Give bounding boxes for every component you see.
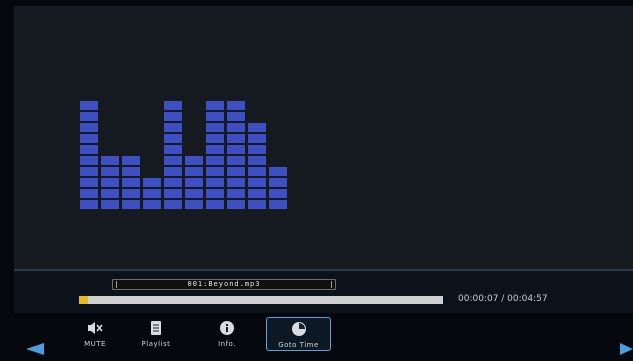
speaker-mute-icon — [88, 322, 103, 334]
info-bar — [14, 271, 633, 313]
equalizer-block — [122, 167, 140, 176]
filename-box: 001:Beyond.mp3 — [112, 279, 336, 290]
equalizer-block — [227, 101, 245, 110]
equalizer-block — [206, 112, 224, 121]
playlist-document-icon — [151, 321, 161, 335]
equalizer-block — [164, 112, 182, 121]
equalizer-block — [206, 134, 224, 143]
equalizer-block — [101, 156, 119, 165]
equalizer-block — [185, 178, 203, 187]
equalizer-block — [122, 178, 140, 187]
now-playing-filename: 001:Beyond.mp3 — [187, 280, 261, 288]
equalizer-block — [80, 167, 98, 176]
equalizer-block — [101, 200, 119, 209]
equalizer-block — [269, 189, 287, 198]
equalizer-block — [227, 134, 245, 143]
info-label: Info. — [218, 340, 236, 348]
equalizer-block — [80, 189, 98, 198]
equalizer-block — [227, 167, 245, 176]
equalizer-block — [185, 156, 203, 165]
equalizer-block — [80, 101, 98, 110]
equalizer-block — [80, 134, 98, 143]
playlist-button[interactable]: Playlist — [127, 317, 185, 351]
equalizer-block — [101, 167, 119, 176]
equalizer-block — [206, 101, 224, 110]
equalizer-block — [122, 189, 140, 198]
equalizer-block — [80, 145, 98, 154]
equalizer-block — [227, 178, 245, 187]
equalizer-block — [80, 123, 98, 132]
equalizer-block — [206, 145, 224, 154]
equalizer-block — [206, 189, 224, 198]
goto-time-button[interactable]: Goto Time — [266, 317, 331, 351]
visualizer-screen — [14, 6, 633, 269]
equalizer-block — [185, 200, 203, 209]
next-page-arrow-icon[interactable] — [620, 343, 633, 355]
equalizer-block — [269, 167, 287, 176]
equalizer-block — [269, 200, 287, 209]
equalizer-block — [227, 112, 245, 121]
equalizer-block — [206, 200, 224, 209]
prev-page-arrow-icon[interactable] — [26, 343, 44, 355]
equalizer-block — [80, 178, 98, 187]
equalizer-block — [248, 167, 266, 176]
mute-button[interactable]: MUTE — [66, 317, 124, 351]
equalizer-block — [122, 156, 140, 165]
equalizer-block — [143, 178, 161, 187]
equalizer-block — [206, 156, 224, 165]
equalizer-block — [269, 178, 287, 187]
info-icon — [220, 321, 234, 335]
mute-label: MUTE — [84, 340, 106, 348]
equalizer-block — [164, 156, 182, 165]
equalizer-block — [164, 167, 182, 176]
playlist-label: Playlist — [141, 340, 171, 348]
equalizer-visualizer — [80, 101, 287, 209]
equalizer-block — [101, 178, 119, 187]
equalizer-block — [248, 200, 266, 209]
equalizer-block — [248, 134, 266, 143]
equalizer-block — [80, 200, 98, 209]
equalizer-block — [227, 156, 245, 165]
equalizer-block — [143, 200, 161, 209]
equalizer-block — [227, 189, 245, 198]
equalizer-block — [206, 123, 224, 132]
equalizer-block — [164, 101, 182, 110]
equalizer-block — [248, 178, 266, 187]
equalizer-block — [206, 178, 224, 187]
equalizer-block — [164, 189, 182, 198]
time-display: 00:00:07 / 00:04:57 — [458, 294, 548, 304]
progress-bar[interactable] — [79, 296, 443, 304]
equalizer-block — [248, 156, 266, 165]
equalizer-block — [143, 189, 161, 198]
equalizer-block — [164, 178, 182, 187]
equalizer-block — [248, 189, 266, 198]
equalizer-block — [248, 123, 266, 132]
equalizer-block — [227, 200, 245, 209]
equalizer-block — [164, 134, 182, 143]
equalizer-block — [206, 167, 224, 176]
info-button[interactable]: Info. — [198, 317, 256, 351]
equalizer-block — [164, 145, 182, 154]
equalizer-block — [248, 145, 266, 154]
equalizer-block — [101, 189, 119, 198]
equalizer-block — [122, 200, 140, 209]
equalizer-block — [227, 123, 245, 132]
equalizer-block — [185, 189, 203, 198]
equalizer-block — [227, 145, 245, 154]
goto-time-label: Goto Time — [278, 341, 319, 349]
equalizer-block — [185, 167, 203, 176]
progress-fill — [79, 296, 89, 304]
equalizer-block — [80, 156, 98, 165]
equalizer-block — [164, 123, 182, 132]
equalizer-block — [164, 200, 182, 209]
clock-icon — [291, 322, 306, 336]
equalizer-block — [80, 112, 98, 121]
